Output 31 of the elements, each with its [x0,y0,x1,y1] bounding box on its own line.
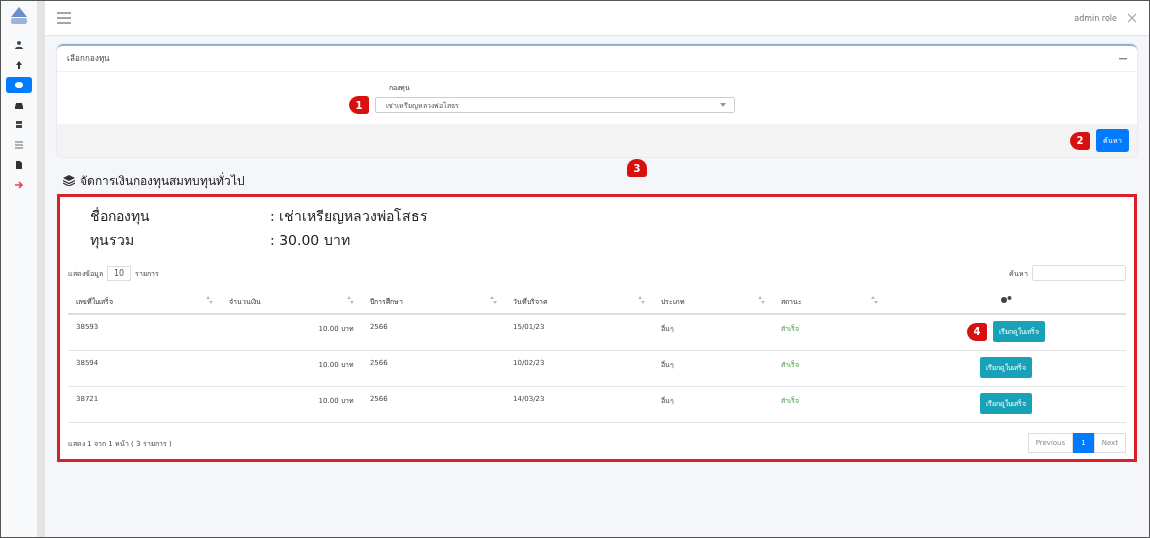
card-title: เลือกกองทุน [67,53,109,65]
callout-marker: 1 [349,96,369,114]
users-icon [14,40,24,50]
logout-icon [14,180,24,190]
fullscreen-icon[interactable] [1127,13,1137,23]
callout-marker: 4 [966,322,987,341]
search-field[interactable] [1032,265,1126,281]
menu-icon[interactable] [57,12,71,24]
sort-icon[interactable] [346,295,354,304]
sort-icon[interactable] [206,295,214,304]
page-length-select[interactable]: 10 [107,265,132,281]
summary-label: ทุนรวม [90,231,135,251]
callout-marker: 2 [1070,131,1090,150]
collapse-icon[interactable] [1119,57,1127,60]
summary-label: ชื่อกองทุน [90,206,151,227]
stack-icon [14,120,24,130]
section-title: จัดการเงินกองทุนสมทบทุนทั่วไป [80,171,245,190]
layers-icon [63,175,75,186]
sort-icon[interactable] [870,295,878,304]
sort-icon[interactable] [758,295,766,304]
sort-icon[interactable] [490,295,497,304]
logo-icon [8,5,30,27]
summary-value: : เช่าเหรียญหลวงพ่อโสธร [270,207,430,226]
caret-icon [720,103,726,107]
arrow-up-icon [14,60,24,70]
summary-value: : 30.00 บาท [270,231,351,250]
list-icon [14,140,24,150]
sort-icon[interactable] [638,295,646,304]
user-name[interactable]: admin role [1074,13,1117,23]
file-icon [14,160,24,170]
callout-marker: 3 [627,159,647,177]
